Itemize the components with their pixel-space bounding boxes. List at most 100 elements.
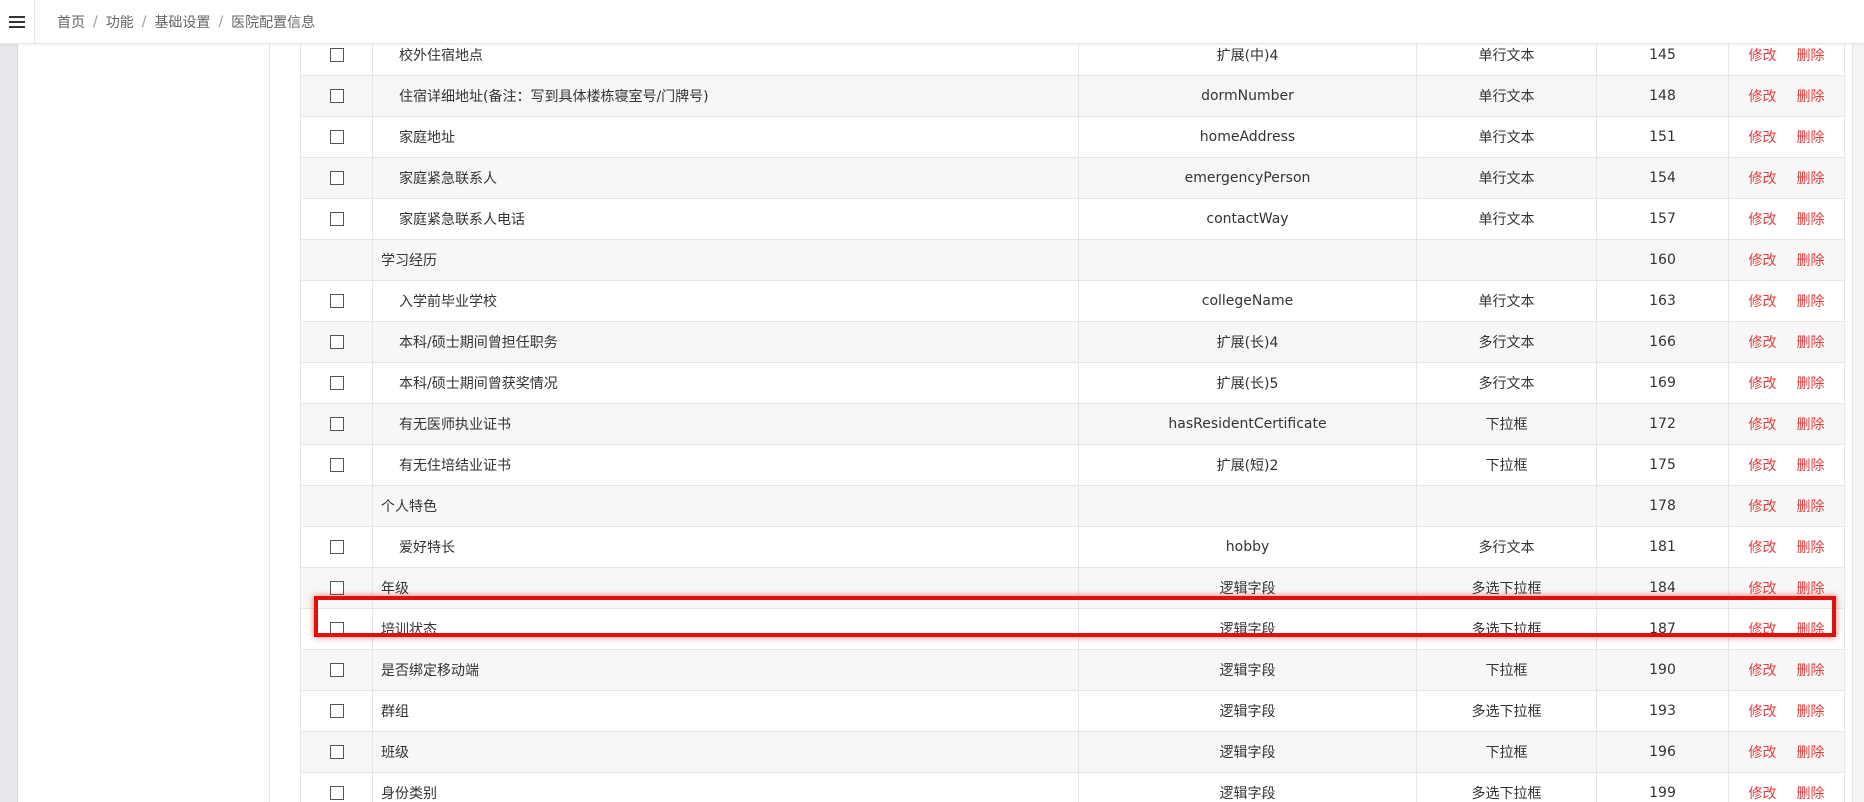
delete-link[interactable]: 删除 (1797, 417, 1825, 433)
actions-cell: 修改 删除 (1728, 75, 1845, 117)
edit-link[interactable]: 修改 (1749, 622, 1777, 638)
field-key-cell: homeAddress (1078, 116, 1417, 158)
row-checkbox[interactable] (329, 458, 344, 472)
edit-link[interactable]: 修改 (1749, 581, 1777, 597)
table-row: 本科/硕士期间曾担任职务 扩展(长)4 多行文本 166 修改 删除 (300, 321, 1845, 363)
edit-link[interactable]: 修改 (1749, 417, 1777, 433)
field-type-cell: 单行文本 (1416, 116, 1597, 158)
edit-link[interactable]: 修改 (1749, 130, 1777, 146)
delete-link[interactable]: 删除 (1797, 376, 1825, 392)
delete-link[interactable]: 删除 (1797, 253, 1825, 269)
row-checkbox[interactable] (329, 212, 344, 226)
actions-cell: 修改 删除 (1728, 157, 1845, 199)
breadcrumb-item-basic-settings[interactable]: 基础设置 (154, 12, 210, 32)
breadcrumb-separator: / (141, 13, 147, 30)
field-key-cell: contactWay (1078, 198, 1417, 240)
delete-link[interactable]: 删除 (1797, 745, 1825, 761)
field-name: 是否绑定移动端 (381, 663, 479, 679)
checkbox-cell (300, 75, 373, 117)
delete-link[interactable]: 删除 (1797, 458, 1825, 474)
sort-order-cell: 157 (1596, 198, 1729, 240)
row-checkbox[interactable] (329, 704, 344, 718)
row-checkbox[interactable] (329, 622, 344, 636)
field-key-cell: collegeName (1078, 280, 1417, 322)
actions-cell: 修改 删除 (1728, 198, 1845, 240)
delete-link[interactable]: 删除 (1797, 89, 1825, 105)
row-checkbox[interactable] (329, 294, 344, 308)
delete-link[interactable]: 删除 (1797, 212, 1825, 228)
row-checkbox[interactable] (329, 335, 344, 349)
breadcrumb-item-home[interactable]: 首页 (57, 12, 85, 32)
delete-link[interactable]: 删除 (1797, 499, 1825, 515)
edit-link[interactable]: 修改 (1749, 663, 1777, 679)
field-type-cell: 单行文本 (1416, 44, 1597, 76)
field-name-cell: 入学前毕业学校 (372, 280, 1079, 322)
edit-link[interactable]: 修改 (1749, 458, 1777, 474)
menu-toggle-button[interactable] (0, 0, 34, 44)
delete-link[interactable]: 删除 (1797, 540, 1825, 556)
field-key-cell: 扩展(长)5 (1078, 362, 1417, 404)
row-checkbox[interactable] (329, 89, 344, 103)
edit-link[interactable]: 修改 (1749, 335, 1777, 351)
edit-link[interactable]: 修改 (1749, 294, 1777, 310)
row-checkbox[interactable] (329, 130, 344, 144)
row-checkbox[interactable] (329, 540, 344, 554)
sort-order-cell: 178 (1596, 485, 1729, 527)
field-type-cell (1416, 485, 1597, 527)
field-type-cell: 多选下拉框 (1416, 567, 1597, 609)
edit-link[interactable]: 修改 (1749, 704, 1777, 720)
delete-link[interactable]: 删除 (1797, 335, 1825, 351)
delete-link[interactable]: 删除 (1797, 581, 1825, 597)
edit-link[interactable]: 修改 (1749, 745, 1777, 761)
delete-link[interactable]: 删除 (1797, 171, 1825, 187)
field-key: collegeName (1201, 293, 1294, 309)
config-table: 校外住宿地点 扩展(中)4 单行文本 145 修改 删除 住宿详细地址(备注：写到具体楼栋寝… (300, 44, 1845, 802)
row-checkbox[interactable] (329, 171, 344, 185)
field-key: 逻辑字段 (1219, 745, 1276, 761)
field-name-cell: 是否绑定移动端 (372, 649, 1079, 691)
delete-link[interactable]: 删除 (1797, 786, 1825, 802)
delete-link[interactable]: 删除 (1797, 622, 1825, 638)
hamburger-menu-icon (9, 15, 25, 28)
row-checkbox[interactable] (329, 376, 344, 390)
delete-link[interactable]: 删除 (1797, 704, 1825, 720)
edit-link[interactable]: 修改 (1749, 499, 1777, 515)
row-checkbox[interactable] (329, 417, 344, 431)
edit-link[interactable]: 修改 (1749, 48, 1777, 64)
field-name-cell: 身份类别 (372, 772, 1079, 802)
row-checkbox[interactable] (329, 745, 344, 759)
edit-link[interactable]: 修改 (1749, 253, 1777, 269)
field-name: 入学前毕业学校 (399, 294, 497, 310)
field-type-cell: 单行文本 (1416, 198, 1597, 240)
actions-cell: 修改 删除 (1728, 403, 1845, 445)
breadcrumb-item-function[interactable]: 功能 (106, 12, 134, 32)
field-type: 下拉框 (1485, 663, 1528, 679)
row-checkbox[interactable] (329, 581, 344, 595)
delete-link[interactable]: 删除 (1797, 294, 1825, 310)
field-type: 多行文本 (1478, 376, 1535, 392)
row-checkbox[interactable] (329, 786, 344, 800)
field-type-cell: 多选下拉框 (1416, 690, 1597, 732)
field-name-cell: 班级 (372, 731, 1079, 773)
sort-order: 160 (1649, 252, 1676, 268)
sort-order: 175 (1649, 457, 1676, 473)
delete-link[interactable]: 删除 (1797, 130, 1825, 146)
edit-link[interactable]: 修改 (1749, 212, 1777, 228)
delete-link[interactable]: 删除 (1797, 663, 1825, 679)
top-header: 首页 / 功能 / 基础设置 / 医院配置信息 (0, 0, 1864, 44)
edit-link[interactable]: 修改 (1749, 171, 1777, 187)
edit-link[interactable]: 修改 (1749, 786, 1777, 802)
edit-link[interactable]: 修改 (1749, 89, 1777, 105)
field-key-cell (1078, 239, 1417, 281)
actions-cell: 修改 删除 (1728, 649, 1845, 691)
field-name: 爱好特长 (399, 540, 455, 556)
field-name-cell: 培训状态 (372, 608, 1079, 650)
field-name: 有无医师执业证书 (399, 417, 511, 433)
row-checkbox[interactable] (329, 48, 344, 62)
vertical-scrollbar[interactable] (1852, 44, 1864, 802)
edit-link[interactable]: 修改 (1749, 376, 1777, 392)
row-checkbox[interactable] (329, 663, 344, 677)
delete-link[interactable]: 删除 (1797, 48, 1825, 64)
edit-link[interactable]: 修改 (1749, 540, 1777, 556)
breadcrumb-item-hospital-config: 医院配置信息 (231, 14, 316, 31)
